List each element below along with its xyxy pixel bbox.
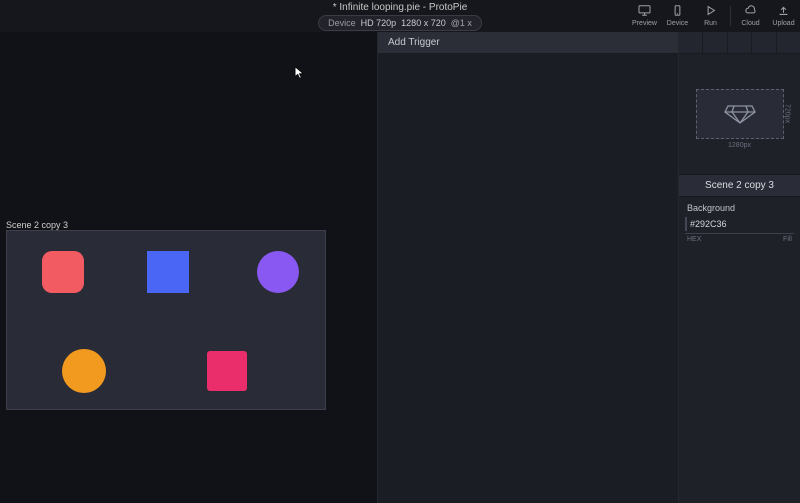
scene-name-header[interactable]: Scene 2 copy 3 — [679, 174, 800, 197]
background-color-row: ✎ — [679, 217, 800, 233]
scene-label: Scene 2 copy 3 — [6, 220, 68, 230]
background-swatch[interactable] — [685, 217, 687, 231]
device-scale: @1 x — [451, 18, 472, 28]
cursor-icon — [294, 66, 305, 85]
toolbar-right: Preview Device Run Cloud Upload — [628, 0, 800, 32]
preview-width-label: 1280px — [697, 142, 783, 149]
interaction-body[interactable] — [378, 54, 678, 503]
preview-height-label: 720px — [784, 90, 791, 138]
inspector-action-3[interactable] — [728, 32, 752, 53]
shape-circle-orange[interactable] — [62, 349, 106, 393]
inspector-action-1[interactable] — [679, 32, 703, 53]
background-section-label: Background — [679, 197, 800, 217]
top-bar: * Infinite looping.pie - ProtoPie Device… — [0, 0, 800, 32]
cloud-icon — [744, 5, 757, 18]
preview-button[interactable]: Preview — [628, 0, 661, 32]
shape-circle-purple[interactable] — [257, 251, 299, 293]
device-button[interactable]: Device — [661, 0, 694, 32]
inspector-button-row — [679, 32, 800, 54]
shape-square-blue[interactable] — [147, 251, 189, 293]
fill-sublabel: Fill — [783, 236, 792, 243]
device-label: Device — [328, 18, 356, 28]
monitor-icon — [638, 5, 651, 18]
device-size: 1280 x 720 — [401, 18, 446, 28]
separator — [730, 6, 731, 26]
inspector-action-2[interactable] — [703, 32, 727, 53]
scene-frame[interactable] — [6, 230, 326, 410]
add-trigger-button[interactable]: Add Trigger — [378, 32, 678, 54]
background-hex-input[interactable] — [690, 219, 800, 229]
phone-icon — [671, 5, 684, 18]
play-icon — [704, 5, 717, 18]
device-preset: HD 720p — [361, 18, 397, 28]
inspector-action-5[interactable] — [777, 32, 800, 53]
run-button[interactable]: Run — [694, 0, 727, 32]
upload-icon — [777, 5, 790, 18]
canvas-panel[interactable]: Scene 2 copy 3 — [0, 32, 377, 503]
preview-artboard: 1280px 720px — [696, 89, 784, 139]
device-selector[interactable]: Device HD 720p 1280 x 720 @1 x — [318, 15, 482, 31]
shape-square-pink[interactable] — [207, 351, 247, 391]
diamond-icon — [723, 103, 757, 125]
inspector-action-4[interactable] — [752, 32, 776, 53]
upload-button[interactable]: Upload — [767, 0, 800, 32]
cloud-button[interactable]: Cloud — [734, 0, 767, 32]
hex-sublabel: HEX — [687, 236, 701, 243]
interaction-panel: Add Trigger — [377, 32, 678, 503]
inspector-panel: 1280px 720px Scene 2 copy 3 Background ✎… — [678, 32, 800, 503]
shape-rounded-red[interactable] — [42, 251, 84, 293]
document-title: * Infinite looping.pie - ProtoPie — [333, 2, 468, 13]
scene-preview[interactable]: 1280px 720px — [679, 54, 800, 174]
